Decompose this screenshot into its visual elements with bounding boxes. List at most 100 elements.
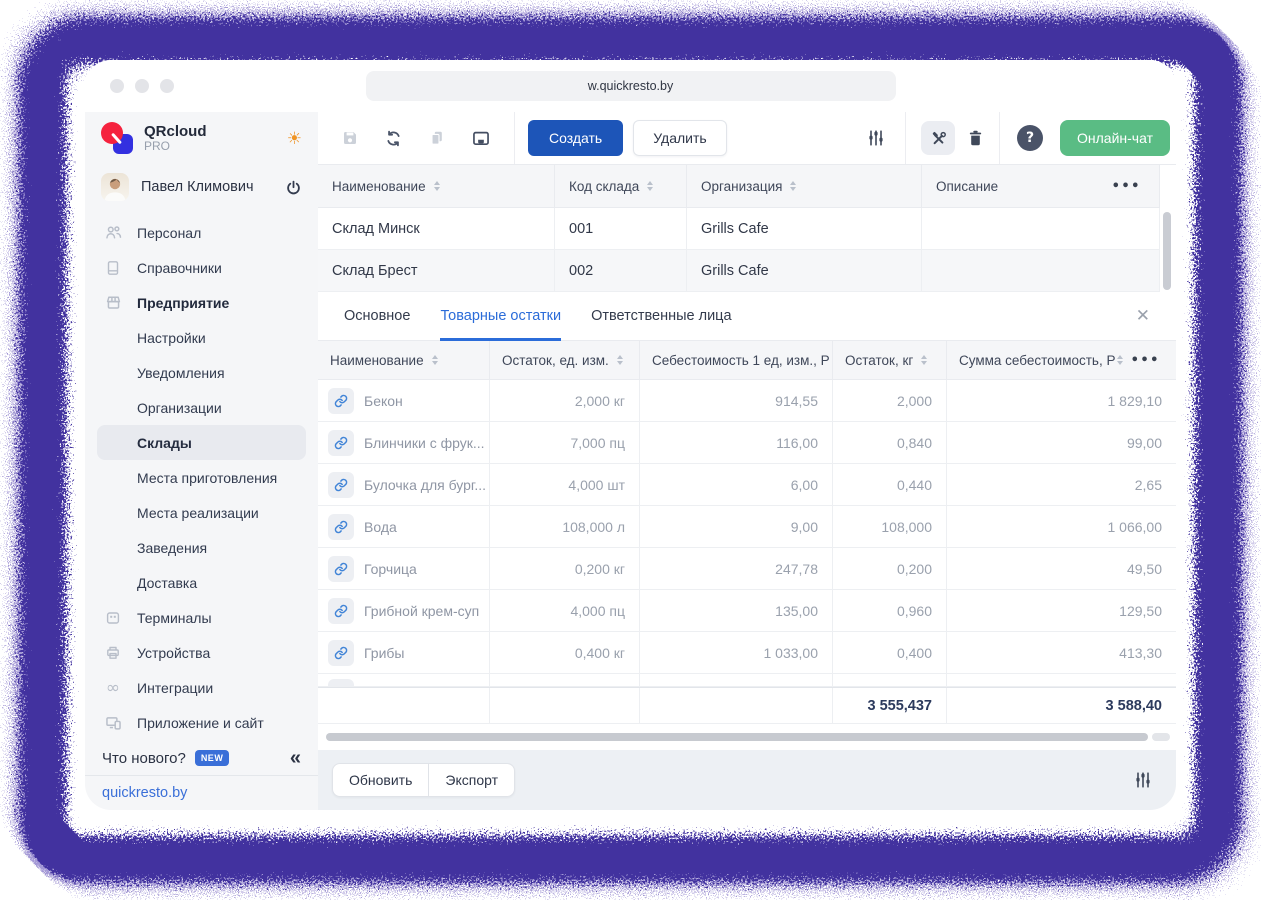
sort-icon[interactable] xyxy=(1117,355,1123,365)
column-menu-icon[interactable]: ••• xyxy=(1131,353,1176,368)
sort-icon[interactable] xyxy=(432,355,438,365)
column-header[interactable]: Себестоимость 1 ед, изм., Р xyxy=(640,341,833,379)
sidebar-item-delivery[interactable]: Доставка xyxy=(97,565,306,600)
help-icon[interactable]: ? xyxy=(1017,125,1043,151)
tab-main[interactable]: Основное xyxy=(344,292,410,341)
item-name: Горчица xyxy=(364,561,417,577)
tab-stock[interactable]: Товарные остатки xyxy=(440,292,561,341)
link-icon[interactable] xyxy=(328,430,354,456)
copy-icon[interactable] xyxy=(428,129,446,147)
column-header[interactable]: Сумма себестоимость, Р ••• xyxy=(947,341,1176,379)
horizontal-scrollbar[interactable] xyxy=(326,733,1148,741)
sidebar-item-organizations[interactable]: Организации xyxy=(97,390,306,425)
sidebar-item-settings[interactable]: Настройки xyxy=(97,320,306,355)
stock-row[interactable]: Грибы 0,400 кг 1 033,00 0,400 413,30 xyxy=(318,632,1176,674)
printer-icon xyxy=(103,643,123,663)
column-header[interactable]: Код склада xyxy=(555,165,687,207)
sort-icon[interactable] xyxy=(921,355,927,365)
app-window: w.quickresto.by QRcloud PRO ☀ xyxy=(85,60,1176,810)
total-cost-sum: 3 588,40 xyxy=(1106,698,1162,714)
whats-new-row[interactable]: Что нового? NEW « xyxy=(85,741,318,775)
sort-icon[interactable] xyxy=(790,181,796,191)
table-settings-sliders-icon[interactable] xyxy=(1133,770,1153,790)
export-button[interactable]: Экспорт xyxy=(429,763,515,797)
sidebar-item-venues[interactable]: Заведения xyxy=(97,530,306,565)
panel-footer: Обновить Экспорт xyxy=(318,750,1176,810)
column-header[interactable]: Организация xyxy=(687,165,922,207)
traffic-lights[interactable] xyxy=(110,79,174,93)
link-icon[interactable] xyxy=(328,598,354,624)
stock-row[interactable]: Бекон 2,000 кг 914,55 2,000 1 829,10 xyxy=(318,380,1176,422)
warehouse-row-selected[interactable]: Склад Брест 002 Grills Cafe xyxy=(318,250,1160,292)
column-header[interactable]: Остаток, ед. изм. xyxy=(490,341,640,379)
sidebar-nav: Персонал Справочники xyxy=(85,209,318,741)
sidebar-item-personnel[interactable]: Персонал xyxy=(97,215,306,250)
qrcloud-logo-icon xyxy=(101,122,134,155)
trash-icon[interactable] xyxy=(967,129,984,147)
sidebar-item-enterprise[interactable]: Предприятие xyxy=(97,285,306,320)
store-icon xyxy=(103,293,123,313)
stock-row[interactable]: Булочка для бург... 4,000 шт 6,00 0,440 … xyxy=(318,464,1176,506)
devices-icon xyxy=(103,713,123,733)
sidebar-item-app-and-site[interactable]: Приложение и сайт xyxy=(97,705,306,740)
link-icon[interactable] xyxy=(328,388,354,414)
sidebar-item-sale-places[interactable]: Места реализации xyxy=(97,495,306,530)
logout-power-icon[interactable] xyxy=(285,179,302,196)
detail-tabs: Основное Товарные остатки Ответственные … xyxy=(318,292,1176,341)
sidebar-item-integrations[interactable]: ∞ Интеграции xyxy=(97,670,306,705)
column-header[interactable]: Описание ••• xyxy=(922,165,1160,207)
sidebar-item-devices[interactable]: Устройства xyxy=(97,635,306,670)
user-row[interactable]: Павел Климович xyxy=(85,165,318,209)
stock-row[interactable]: Горчица 0,200 кг 247,78 0,200 49,50 xyxy=(318,548,1176,590)
warehouse-row[interactable]: Склад Минск 001 Grills Cafe xyxy=(318,208,1160,250)
sidebar-item-cooking-places[interactable]: Места приготовления xyxy=(97,460,306,495)
address-bar[interactable]: w.quickresto.by xyxy=(366,71,896,101)
sidebar-item-label: Устройства xyxy=(137,645,210,661)
link-icon[interactable] xyxy=(328,472,354,498)
terminal-screen-icon[interactable] xyxy=(471,129,491,148)
close-panel-icon[interactable]: ✕ xyxy=(1136,306,1150,326)
horizontal-scrollbar-track xyxy=(1152,733,1170,741)
brand-header: QRcloud PRO ☀ xyxy=(85,112,318,165)
stock-row[interactable]: Вода 108,000 л 9,00 108,000 1 066,00 xyxy=(318,506,1176,548)
create-button[interactable]: Создать xyxy=(528,120,623,156)
tools-button[interactable] xyxy=(921,121,955,155)
sort-icon[interactable] xyxy=(647,181,653,191)
link-icon[interactable] xyxy=(328,514,354,540)
theme-sun-icon[interactable]: ☀ xyxy=(287,129,302,149)
stock-row[interactable]: Грибной крем-суп 4,000 пц 135,00 0,960 1… xyxy=(318,590,1176,632)
vertical-scrollbar[interactable] xyxy=(1163,212,1171,290)
stock-row[interactable]: Блинчики с фрук... 7,000 пц 116,00 0,840… xyxy=(318,422,1176,464)
online-chat-button[interactable]: Онлайн-чат xyxy=(1060,120,1170,156)
column-header[interactable]: Наименование xyxy=(318,341,490,379)
warehouse-org: Grills Cafe xyxy=(701,263,769,279)
tab-responsible[interactable]: Ответственные лица xyxy=(591,292,731,341)
sidebar: QRcloud PRO ☀ Павел Климович xyxy=(85,112,318,810)
refresh-icon[interactable] xyxy=(384,129,403,148)
refresh-button[interactable]: Обновить xyxy=(332,763,429,797)
filter-sliders-icon[interactable] xyxy=(847,112,905,164)
column-menu-icon[interactable]: ••• xyxy=(1112,179,1159,194)
quickresto-link[interactable]: quickresto.by xyxy=(102,785,187,801)
sidebar-item-terminals[interactable]: Терминалы xyxy=(97,600,306,635)
minimize-window-icon[interactable] xyxy=(135,79,149,93)
sidebar-item-warehouses[interactable]: Склады xyxy=(97,425,306,460)
item-name: Блинчики с фрук... xyxy=(364,435,485,451)
zoom-window-icon[interactable] xyxy=(160,79,174,93)
collapse-sidebar-icon[interactable]: « xyxy=(290,747,301,770)
save-icon[interactable] xyxy=(341,129,359,147)
sidebar-item-label: Предприятие xyxy=(137,295,229,311)
link-icon[interactable] xyxy=(328,640,354,666)
column-header[interactable]: Остаток, кг xyxy=(833,341,947,379)
sort-icon[interactable] xyxy=(617,355,623,365)
url-text: w.quickresto.by xyxy=(588,79,673,93)
column-header[interactable]: Наименование xyxy=(318,165,555,207)
link-icon[interactable] xyxy=(328,556,354,582)
brand-plan: PRO xyxy=(144,140,207,154)
sidebar-item-notifications[interactable]: Уведомления xyxy=(97,355,306,390)
sidebar-item-label: Справочники xyxy=(137,260,222,276)
delete-button[interactable]: Удалить xyxy=(633,120,726,156)
close-window-icon[interactable] xyxy=(110,79,124,93)
sidebar-item-directories[interactable]: Справочники xyxy=(97,250,306,285)
sort-icon[interactable] xyxy=(434,181,440,191)
